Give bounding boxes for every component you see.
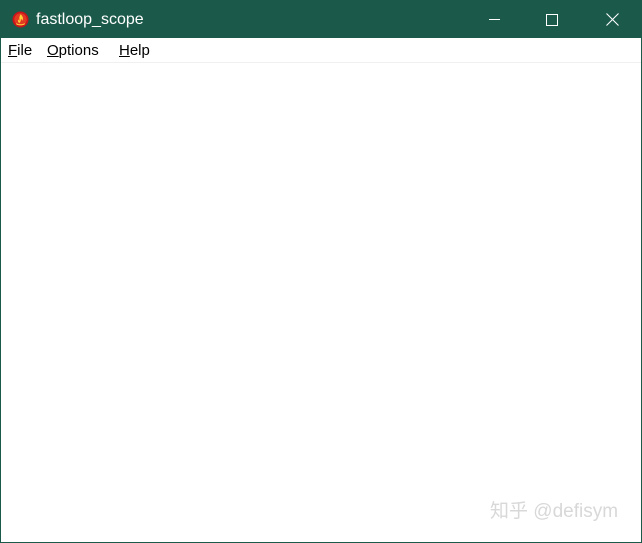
minimize-icon [488, 19, 500, 20]
menu-bar: File Options Help [1, 38, 641, 63]
menu-help-mnemonic: H [119, 42, 130, 59]
client-area[interactable] [1, 63, 641, 542]
menu-help-label: elp [129, 42, 150, 59]
title-bar[interactable]: fastloop_scope [1, 1, 641, 38]
app-window: fastloop_scope File Options Help [0, 0, 642, 543]
watermark: 知乎 @defisym [490, 501, 619, 522]
close-button[interactable] [583, 1, 641, 38]
menu-options[interactable]: Options [47, 42, 99, 60]
maximize-button[interactable] [523, 1, 581, 38]
menu-options-label: ptions [58, 42, 99, 59]
menu-file[interactable]: File [8, 42, 32, 60]
menu-file-label: ile [17, 42, 33, 59]
minimize-button[interactable] [465, 1, 523, 38]
menu-help[interactable]: Help [119, 42, 150, 60]
close-icon [605, 13, 619, 26]
menu-file-mnemonic: F [8, 42, 18, 59]
window-title: fastloop_scope [36, 11, 144, 28]
app-icon [12, 11, 29, 28]
menu-options-mnemonic: O [47, 42, 59, 59]
maximize-icon [546, 13, 558, 26]
